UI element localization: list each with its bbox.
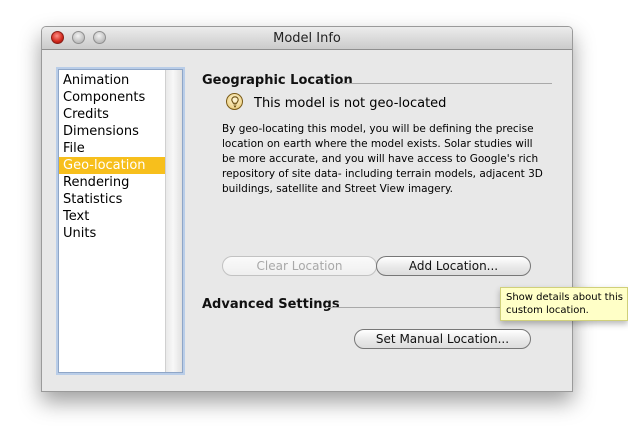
geographic-location-heading: Geographic Location [202, 73, 353, 88]
model-info-window: Model Info Animation Components Credits … [41, 26, 573, 392]
sidebar-item-units[interactable]: Units [59, 225, 166, 242]
advanced-settings-heading: Advanced Settings [202, 297, 340, 312]
sidebar-item-geo-location[interactable]: Geo-location [59, 157, 166, 174]
sidebar-scrollbar[interactable] [165, 70, 182, 372]
add-location-button[interactable]: Add Location... [376, 256, 531, 276]
sidebar-item-components[interactable]: Components [59, 89, 166, 106]
title-bar[interactable]: Model Info [42, 27, 572, 50]
tooltip-line-1: Show details about this [506, 292, 623, 303]
sidebar-item-credits[interactable]: Credits [59, 106, 166, 123]
set-manual-location-button[interactable]: Set Manual Location... [354, 329, 531, 349]
sidebar-item-file[interactable]: File [59, 140, 166, 157]
clear-location-button[interactable]: Clear Location [222, 256, 377, 276]
category-list[interactable]: Animation Components Credits Dimensions … [58, 69, 183, 373]
lightbulb-icon [226, 93, 243, 110]
geo-description: By geo-locating this model, you will be … [222, 123, 543, 195]
sidebar-item-statistics[interactable]: Statistics [59, 191, 166, 208]
sidebar-item-dimensions[interactable]: Dimensions [59, 123, 166, 140]
section-divider [340, 83, 552, 84]
tooltip: Show details about this custom location. [500, 287, 628, 321]
geo-status-text: This model is not geo-located [254, 96, 447, 111]
tooltip-line-2: custom location. [506, 305, 589, 316]
sidebar-item-rendering[interactable]: Rendering [59, 174, 166, 191]
sidebar-item-text[interactable]: Text [59, 208, 166, 225]
sidebar-item-animation[interactable]: Animation [59, 72, 166, 89]
window-title: Model Info [273, 31, 341, 46]
